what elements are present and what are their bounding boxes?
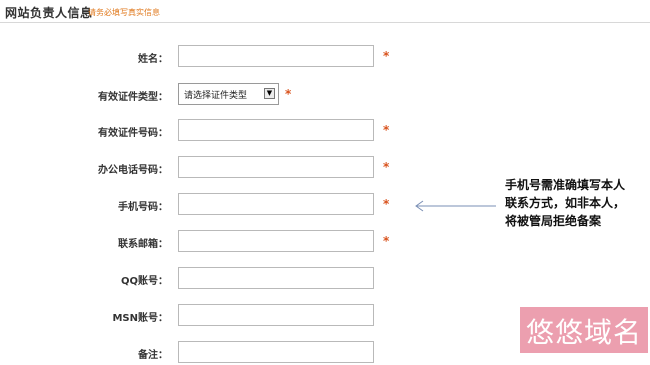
required-mark: * xyxy=(285,87,292,101)
required-mark: * xyxy=(383,234,390,248)
mobile-input[interactable] xyxy=(178,193,374,215)
name-row: 姓名： * xyxy=(0,45,650,69)
id-type-select[interactable]: 请选择证件类型 ▼ xyxy=(178,83,279,105)
mobile-note: 手机号需准确填写本人 联系方式，如非本人， 将被管局拒绝备案 xyxy=(505,176,650,230)
office-phone-input[interactable] xyxy=(178,156,374,178)
id-number-label: 有效证件号码： xyxy=(98,128,168,139)
email-row: 联系邮箱： * xyxy=(0,230,650,254)
id-type-row: 有效证件类型： 请选择证件类型 ▼ * xyxy=(0,83,650,107)
qq-row: QQ账号： xyxy=(0,267,650,291)
required-mark: * xyxy=(383,123,390,137)
watermark-text: 悠悠域名 xyxy=(525,316,642,349)
required-mark: * xyxy=(383,49,390,63)
name-input[interactable] xyxy=(178,45,374,67)
email-input[interactable] xyxy=(178,230,374,252)
chevron-down-icon[interactable]: ▼ xyxy=(264,88,275,99)
section-subtitle: 请务必填写真实信息 xyxy=(88,8,160,17)
email-label: 联系邮箱： xyxy=(118,239,168,250)
required-mark: * xyxy=(383,160,390,174)
left-arrow-icon xyxy=(415,200,496,212)
id-type-label: 有效证件类型： xyxy=(98,92,168,103)
id-number-input[interactable] xyxy=(178,119,374,141)
note-line: 联系方式，如非本人， xyxy=(505,196,626,210)
mobile-label: 手机号码： xyxy=(118,202,168,213)
section-title: 网站负责人信息 xyxy=(5,6,93,20)
id-type-selected-value: 请选择证件类型 xyxy=(184,91,248,101)
section-header: 网站负责人信息 请务必填写真实信息 xyxy=(0,0,650,23)
note-line: 手机号需准确填写本人 xyxy=(505,178,626,192)
qq-label: QQ账号： xyxy=(120,276,168,287)
remark-label: 备注： xyxy=(138,350,168,361)
office-phone-label: 办公电话号码： xyxy=(98,165,168,176)
name-label: 姓名： xyxy=(138,54,168,65)
msn-label: MSN账号： xyxy=(112,313,168,324)
required-mark: * xyxy=(383,197,390,211)
id-number-row: 有效证件号码： * xyxy=(0,119,650,143)
watermark: 悠悠域名 xyxy=(520,307,648,353)
note-line: 将被管局拒绝备案 xyxy=(505,214,602,228)
msn-input[interactable] xyxy=(178,304,374,326)
qq-input[interactable] xyxy=(178,267,374,289)
